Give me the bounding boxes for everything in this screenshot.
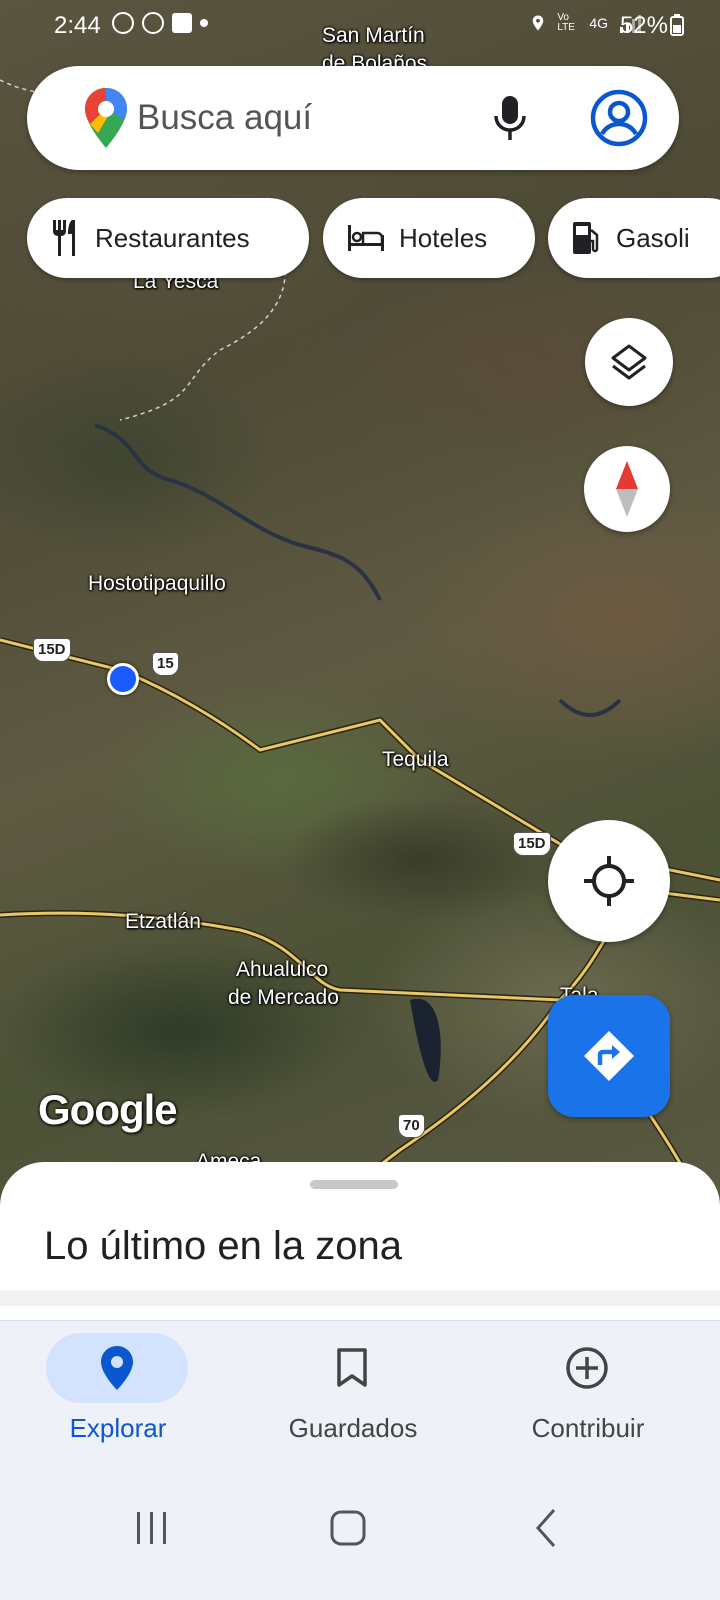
directions-button[interactable]: [548, 995, 670, 1117]
gas-station-icon: [573, 222, 599, 254]
chip-hotels-label: Hoteles: [399, 222, 488, 253]
chip-hotels[interactable]: Hoteles: [323, 198, 535, 278]
sheet-divider: [0, 1290, 720, 1306]
task-check-icon: [172, 13, 192, 33]
bookmark-icon: [337, 1348, 367, 1387]
volte-indicator: Vo LTE: [557, 12, 575, 33]
search-bar[interactable]: Busca aquí: [27, 66, 679, 170]
nav-explore-label: Explorar: [69, 1413, 167, 1443]
map-label-hostotipaquillo[interactable]: Hostotipaquillo: [88, 572, 226, 596]
hotel-icon: [348, 225, 384, 251]
whatsapp-business-icon: [142, 12, 164, 34]
bottom-sheet[interactable]: Lo último en la zona: [0, 1162, 720, 1322]
restaurant-icon: [53, 220, 75, 256]
directions-icon: [584, 1031, 634, 1081]
status-time: 2:44: [54, 12, 101, 39]
google-maps-pin-icon: [85, 88, 127, 148]
highway-shield-15d: 15D: [33, 638, 71, 662]
map-label-etzatlan[interactable]: Etzatlán: [125, 910, 201, 934]
whatsapp-icon: [112, 12, 134, 34]
sheet-drag-handle[interactable]: [310, 1180, 398, 1189]
microphone-icon[interactable]: [493, 96, 527, 142]
system-navigation-bar: [0, 1470, 720, 1600]
nav-saved-label: Guardados: [288, 1413, 418, 1443]
layers-icon: [611, 344, 647, 380]
nav-saved-indicator: [281, 1333, 423, 1403]
compass-icon: [616, 461, 638, 517]
google-logo: Google: [38, 1086, 178, 1133]
account-avatar-icon[interactable]: [589, 88, 649, 148]
map-label-tequila[interactable]: Tequila: [382, 748, 449, 772]
back-icon: [535, 1509, 556, 1547]
recent-apps-icon: [137, 1512, 166, 1544]
map-label-de-mercado[interactable]: de Mercado: [228, 986, 339, 1010]
nav-explore-indicator: [46, 1333, 188, 1403]
back-button[interactable]: [506, 1498, 586, 1558]
bottom-navigation: Explorar Guardados Contribuir: [0, 1320, 720, 1471]
nav-tab-contribute[interactable]: Contribuir: [488, 1321, 688, 1471]
location-status-icon: [533, 15, 544, 31]
highway-shield-15: 15: [152, 652, 179, 676]
crosshair-location-icon: [584, 856, 634, 906]
battery-icon: [670, 14, 684, 36]
recent-apps-button[interactable]: [112, 1498, 192, 1558]
add-circle-icon: [566, 1347, 608, 1389]
highway-shield-15d-east: 15D: [513, 832, 551, 856]
my-location-button[interactable]: [548, 820, 670, 942]
current-location-dot: [107, 663, 139, 695]
nav-contribute-label: Contribuir: [531, 1413, 645, 1443]
nav-tab-saved[interactable]: Guardados: [253, 1321, 453, 1471]
chip-gas-stations-label: Gasoli: [616, 222, 690, 253]
chip-restaurants[interactable]: Restaurantes: [27, 198, 309, 278]
layers-button[interactable]: [585, 318, 673, 406]
battery-level: 52%: [619, 12, 668, 39]
nav-contribute-indicator: [516, 1333, 658, 1403]
chip-gas-stations[interactable]: Gasoli: [548, 198, 720, 278]
explore-pin-icon: [101, 1346, 133, 1390]
network-type-indicator: 4G: [589, 15, 608, 31]
highway-shield-70: 70: [398, 1114, 425, 1138]
compass-button[interactable]: [584, 446, 670, 532]
sheet-title: Lo último en la zona: [44, 1224, 403, 1268]
home-button[interactable]: [308, 1498, 388, 1558]
map-label-ahualulco[interactable]: Ahualulco: [236, 958, 328, 982]
more-notifications-dot-icon: [200, 19, 208, 27]
nav-tab-explore[interactable]: Explorar: [18, 1321, 218, 1471]
status-bar: 2:44 Vo LTE 4G 52%: [0, 0, 720, 52]
chip-restaurants-label: Restaurantes: [95, 222, 250, 253]
home-icon: [330, 1510, 366, 1546]
notification-icons: [112, 12, 208, 34]
search-input[interactable]: Busca aquí: [137, 98, 312, 138]
